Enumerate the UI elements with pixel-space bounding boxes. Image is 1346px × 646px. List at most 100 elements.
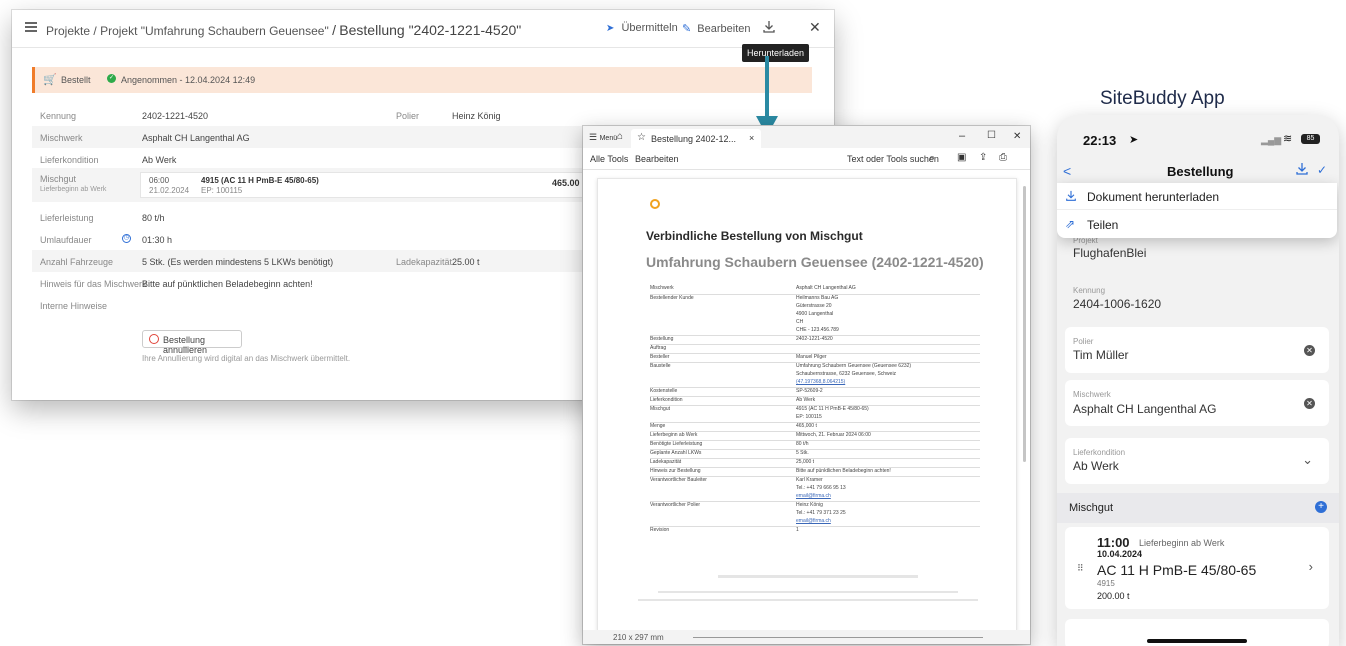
send-icon: ➤ <box>606 23 615 34</box>
field-label: Interne Hinweise <box>40 301 108 311</box>
close-icon[interactable]: ✕ <box>809 19 821 36</box>
pdf-row-value: Heilmanns Bau AG Güterstrasse 20 4900 Lang… <box>796 295 839 335</box>
clear-icon[interactable]: ✕ <box>1304 398 1315 409</box>
mischgut-item[interactable]: 11:00 Lieferbeginn ab Werk 10.04.2024 ⠿ … <box>1065 527 1329 609</box>
breadcrumb-project[interactable]: Projekt "Umfahrung Schaubern Geuensee" <box>100 24 329 38</box>
window-maximize-icon[interactable]: ☐ <box>987 130 996 141</box>
print-icon[interactable]: ⎙ <box>999 152 1007 163</box>
pdf-row-value: Manuel Pilger <box>796 354 827 362</box>
pdf-row-key: Verantwortlicher Bauleiter <box>650 477 707 483</box>
clear-icon[interactable]: ✕ <box>1304 345 1315 356</box>
horizontal-scrollbar[interactable] <box>693 637 983 638</box>
pdf-value-line: 80 t/h <box>796 441 809 447</box>
lieferkondition-card[interactable]: Lieferkondition Ab Werk ⌄ <box>1065 438 1329 484</box>
field-label: Kennung <box>40 111 77 121</box>
tool-search-input[interactable]: Text oder Tools suchen <box>847 154 939 164</box>
pdf-row-value: Ab Werk <box>796 397 815 405</box>
download-button[interactable] <box>762 20 776 34</box>
download-icon <box>763 21 775 33</box>
pdf-tabbar: ☰ Menü ⌂ ☆ Bestellung 2402-12... × – ☐ ✕ <box>583 126 1030 148</box>
hamburger-icon: ☰ <box>589 132 598 142</box>
pdf-row-key: Besteller <box>650 354 670 360</box>
back-button[interactable]: < <box>1063 163 1071 179</box>
polier-card[interactable]: Polier Tim Müller ✕ <box>1065 327 1329 373</box>
search-icon[interactable]: ⌕ <box>929 152 935 165</box>
check-icon[interactable]: ✓ <box>1317 163 1327 177</box>
download-button[interactable] <box>1295 162 1309 176</box>
field-sublabel: Lieferbeginn ab Werk <box>40 186 107 193</box>
pdf-value-line: 25,000 t <box>796 459 815 465</box>
pdf-value-line: Heilmanns Bau AG <box>796 295 839 301</box>
footer-line <box>638 599 978 601</box>
pdf-row-key: Bestellung <box>650 336 674 342</box>
pdf-value-line: EP: 100115 <box>796 414 822 420</box>
clock-time: 22:13 <box>1083 133 1117 148</box>
all-tools-button[interactable]: Alle Tools <box>590 154 628 164</box>
drag-handle-icon[interactable]: ⠿ <box>1077 563 1084 574</box>
pdf-value-line: 4915 (AC 11 H PmB-E 45/80-65) <box>796 406 869 412</box>
check-circle-icon: ✓ <box>107 74 116 83</box>
pdf-value-line: Güterstrasse 20 <box>796 303 832 309</box>
pdf-table-row: Verantwortlicher Bauleiter Karl Kramer Tel… <box>650 476 980 500</box>
home-icon[interactable]: ⌂ <box>617 131 623 142</box>
pdf-row-key: Hinweis zur Bestellung <box>650 468 701 474</box>
pdf-row-value: 1 <box>796 527 799 535</box>
share-icon: ⇗ <box>1065 217 1076 231</box>
screen-title: Bestellung <box>1167 164 1234 179</box>
share-icon[interactable]: ⇪ <box>979 152 987 163</box>
pdf-value-line: Tel.: +41 79 666 95 13 <box>796 485 846 491</box>
pdf-value-line: Heinz König <box>796 502 823 508</box>
pdf-value-line: email@firma.ch <box>796 518 831 524</box>
pdf-value-line: Manuel Pilger <box>796 354 827 360</box>
delivery-time: 06:00 <box>149 176 170 185</box>
pdf-table-row: Menge 465,000 t <box>650 422 980 430</box>
pdf-tab[interactable]: ☆ Bestellung 2402-12... × <box>631 129 761 148</box>
cancel-note: Ihre Annullierung wird digital an das Mi… <box>142 354 351 363</box>
pdf-row-key: Verantwortlicher Polier <box>650 502 701 508</box>
web-topbar: Projekte / Projekt "Umfahrung Schaubern … <box>12 10 834 48</box>
add-icon[interactable]: + <box>1315 501 1327 513</box>
window-minimize-icon[interactable]: – <box>959 130 965 142</box>
polier-label: Polier <box>396 111 420 121</box>
menu-item-download[interactable]: Dokument herunterladen <box>1057 183 1337 210</box>
menu-item-share[interactable]: ⇗ Teilen <box>1057 211 1337 238</box>
field-value: Asphalt CH Langenthal AG <box>142 133 250 143</box>
pdf-row-value: Mittwoch, 21. Februar 2024 06:00 <box>796 432 871 440</box>
pdf-value-line: Schaubernstrasse, 6232 Geuensee, Schweiz <box>796 371 897 377</box>
submit-button[interactable]: ➤ Übermitteln <box>606 22 678 34</box>
pdf-row-key: Benötigte Lieferleistung <box>650 441 703 447</box>
field-value: Ab Werk <box>142 155 177 165</box>
hamburger-menu-icon[interactable] <box>25 22 37 32</box>
logo-icon <box>650 199 660 209</box>
pdf-table-row: Verantwortlicher Polier Heinz König Tel.: … <box>650 501 980 525</box>
pdf-row-key: Kostenstelle <box>650 388 678 394</box>
cancel-order-button[interactable]: Bestellung annullieren <box>142 330 242 355</box>
field-value: 01:30 h <box>142 235 173 245</box>
field-value: 2402-1221-4520 <box>142 111 209 121</box>
tab-close-icon[interactable]: × <box>749 133 754 143</box>
field-label: Mischgut <box>40 174 77 184</box>
page-title: Bestellung "2402-1221-4520" <box>339 22 522 38</box>
edit-tool-button[interactable]: Bearbeiten <box>635 154 679 164</box>
phone-screen: 22:13 ➤ ▂▄▆ ≋ 85 < Bestellung ✓ Dokument… <box>1057 115 1339 646</box>
save-icon[interactable]: ▣ <box>957 152 966 163</box>
pdf-row-value: SP-52609-2 <box>796 388 823 396</box>
pdf-row-key: Auftrag <box>650 345 667 351</box>
breadcrumb-projects[interactable]: Projekte <box>46 24 90 38</box>
pdf-row-value: Asphalt CH Langenthal AG <box>796 285 856 293</box>
pdf-row-key: Mischwerk <box>650 285 674 291</box>
product-ep: EP: 100115 <box>201 186 243 195</box>
window-close-icon[interactable]: ✕ <box>1013 131 1021 142</box>
chevron-down-icon[interactable]: ⌄ <box>1302 452 1313 468</box>
edit-button[interactable]: ✎ Bearbeiten <box>682 22 751 35</box>
pdf-scrollbar[interactable] <box>1023 186 1026 462</box>
field-label: Mischwerk <box>40 133 83 143</box>
field-value: Bitte auf pünktlichen Beladebeginn achte… <box>142 279 313 289</box>
wifi-icon: ≋ <box>1283 133 1293 145</box>
field-label: Hinweis für das Mischwerk <box>40 279 147 289</box>
mischwerk-card[interactable]: Mischwerk Asphalt CH Langenthal AG ✕ <box>1065 380 1329 426</box>
capacity-value: 25.00 t <box>452 257 480 267</box>
menu-button[interactable]: ☰ Menü <box>589 132 617 143</box>
pdf-row-value: Heinz König Tel.: +41 79 371 23 25 email@f… <box>796 502 846 526</box>
mischgut-card[interactable]: 06:00 21.02.2024 4915 (AC 11 H PmB-E 45/… <box>140 172 596 198</box>
